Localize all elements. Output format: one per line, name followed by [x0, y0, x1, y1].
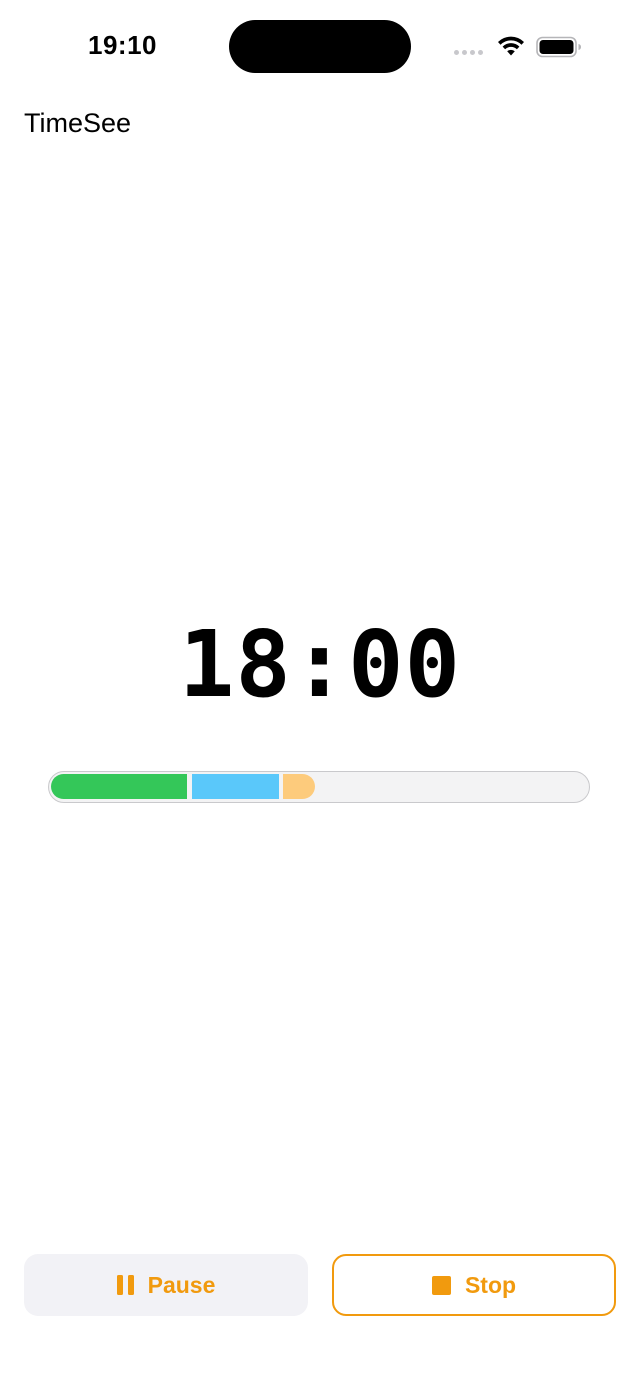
status-time: 19:10: [88, 30, 157, 60]
progress-bar: [48, 771, 590, 803]
stop-button-label: Stop: [464, 1271, 517, 1298]
cellular-signal-icon: [454, 50, 483, 55]
progress-segment-green: [51, 774, 187, 799]
pause-button-label: Pause: [147, 1271, 216, 1298]
status-bar: 19:10: [0, 0, 640, 96]
progress-segment-orange: [283, 774, 315, 799]
timer-display: 18:00: [179, 611, 461, 718]
stop-icon: [431, 1275, 451, 1295]
battery-icon: [536, 36, 581, 58]
dynamic-island: [229, 20, 411, 73]
wifi-icon: [498, 36, 524, 56]
stop-button[interactable]: Stop: [332, 1254, 616, 1316]
app-title: TimeSee: [24, 108, 132, 138]
pause-button[interactable]: Pause: [24, 1254, 308, 1316]
progress-segment-blue: [192, 774, 279, 799]
pause-icon: [116, 1275, 134, 1295]
